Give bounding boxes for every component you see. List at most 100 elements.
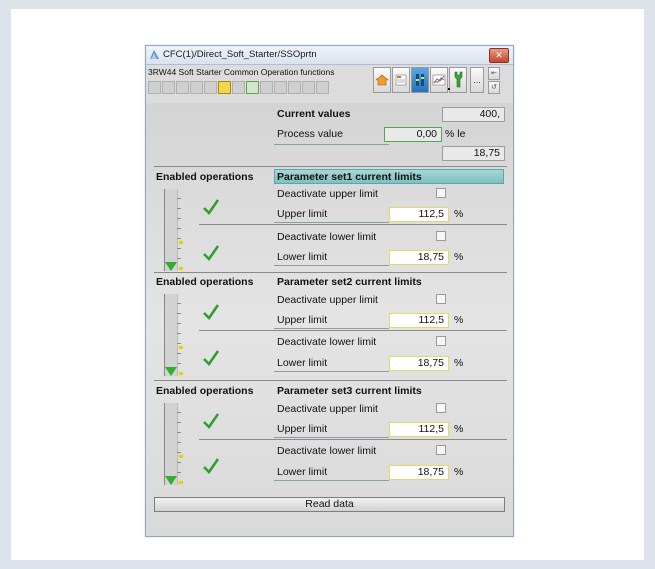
upper-limit-unit: % [454,423,464,435]
lower-limit-label: Lower limit [277,357,328,369]
deactivate-upper-label: Deactivate upper limit [277,294,378,306]
deactivate-upper-checkbox[interactable] [436,403,446,413]
slider-tick [177,412,181,413]
status-cell [162,81,175,94]
checkmark-icon [203,199,220,215]
upper-limit-input[interactable]: 112,5 [389,422,449,437]
deactivate-upper-checkbox[interactable] [436,294,446,304]
slider-tick [177,198,181,199]
underline [274,328,389,329]
message-list-button[interactable] [392,67,410,93]
section-title: Parameter set2 current limits [277,276,422,288]
slider-tick [177,218,181,219]
deactivate-lower-checkbox[interactable] [436,445,446,455]
deactivate-upper-checkbox[interactable] [436,188,446,198]
check-status-icon [246,81,259,94]
undo-button[interactable]: ↺ [488,81,500,94]
process-value-display: 0,00 [384,127,442,142]
upper-limit-label: Upper limit [277,423,328,435]
underline [274,222,389,223]
app-icon [150,50,159,59]
trend-icon [432,74,446,86]
status-cell [274,81,287,94]
row-divider [199,439,507,440]
trend-button[interactable] [430,67,448,93]
more-label: ... [473,75,481,85]
lower-limit-unit: % [454,251,464,263]
lower-limit-input[interactable]: 18,75 [389,465,449,480]
limits-view-button[interactable] [411,67,429,93]
deactivate-upper-label: Deactivate upper limit [277,188,378,200]
lower-limit-input[interactable]: 18,75 [389,250,449,265]
status-cell [302,81,315,94]
deactivate-lower-checkbox[interactable] [436,231,446,241]
current-value-display: 400, [442,107,505,122]
deactivate-upper-label: Deactivate upper limit [277,403,378,415]
slider-tick [177,422,181,423]
status-cell [204,81,217,94]
home-icon [375,74,389,86]
enabled-operations-label: Enabled operations [156,276,254,288]
status-cell [190,81,203,94]
process-unit: % le [445,128,466,140]
underline [274,265,389,266]
slider-tick [177,208,181,209]
underline [274,371,389,372]
limit-slider[interactable] [164,403,178,485]
upper-limit-unit: % [454,208,464,220]
maintenance-button[interactable] [448,67,467,93]
upper-limit-label: Upper limit [277,208,328,220]
faceplate-title: 3RW44 Soft Starter Common Operation func… [148,67,335,77]
lower-limit-label: Lower limit [277,251,328,263]
upper-limit-input[interactable]: 112,5 [389,313,449,328]
close-button[interactable]: ✕ [489,48,509,63]
status-cell [316,81,329,94]
dot-icon [448,88,450,90]
message-list-icon [395,74,407,86]
row-divider [199,330,507,331]
limit-slider[interactable] [164,189,178,271]
limit-slider[interactable] [164,294,178,376]
read-data-button[interactable]: Read data [154,497,505,512]
slider-tick [177,353,181,354]
upper-limit-input[interactable]: 112,5 [389,207,449,222]
slider-tick [177,472,181,473]
current-marker-icon [165,367,177,376]
section-divider [154,380,507,381]
slider-tick [177,313,181,314]
home-button[interactable] [373,67,391,93]
section-divider [154,166,507,167]
enabled-operations-label: Enabled operations [156,385,254,397]
deactivate-lower-checkbox[interactable] [436,336,446,346]
current-values-heading: Current values [277,108,351,120]
slider-tick [177,258,181,259]
slider-tick [177,343,181,344]
slider-tick [177,432,181,433]
slider-tick [177,323,181,324]
slider-tick [177,248,181,249]
current-marker-icon [165,262,177,271]
slider-tick [177,442,181,443]
row-divider [199,224,507,225]
wrench-icon [454,71,463,88]
underline [274,480,389,481]
lower-limit-unit: % [454,466,464,478]
section-title: Parameter set1 current limits [277,171,422,183]
status-bar [148,81,330,95]
lower-limit-unit: % [454,357,464,369]
underline [274,144,389,145]
underline [274,437,389,438]
slider-tick [177,363,181,364]
checkmark-icon [203,304,220,320]
more-button[interactable]: ... [470,67,484,93]
upper-limit-marker [179,346,183,349]
upper-limit-marker [179,241,183,244]
pin-button[interactable]: ⇤ [488,67,500,80]
faceplate-window: CFC(1)/Direct_Soft_Starter/SSOprtn ✕ 3RW… [145,45,514,537]
deactivate-lower-label: Deactivate lower limit [277,231,377,243]
lower-limit-input[interactable]: 18,75 [389,356,449,371]
status-cell [288,81,301,94]
status-cell [148,81,161,94]
checkmark-icon [203,413,220,429]
slider-tick [177,333,181,334]
